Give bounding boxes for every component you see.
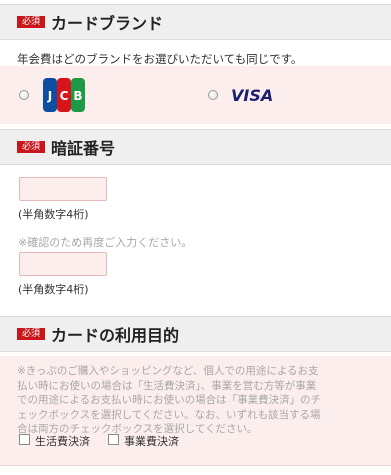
card-brand-note: 年会費はどのブランドをお選びいただいても同じです。 <box>17 52 303 66</box>
living-expense-option[interactable]: 生活費決済 <box>19 433 109 448</box>
svg-text:J: J <box>47 89 52 103</box>
pin-confirm-prompt: ※確認のため再度ご入力ください。 <box>18 236 193 249</box>
visa-radio[interactable] <box>208 90 218 100</box>
svg-text:VISA: VISA <box>231 86 273 104</box>
svg-text:B: B <box>73 89 82 103</box>
purpose-header: 必須 カードの利用目的 <box>0 316 391 352</box>
purpose-note: ※きっぷのご購入やショッピングなど、個人での用途によるお支 払い時にお使いの場合… <box>17 364 321 437</box>
pin-input[interactable] <box>19 177 107 201</box>
card-brand-title: カードブランド <box>51 14 164 33</box>
required-badge: 必須 <box>17 141 46 153</box>
visa-logo-icon: VISA <box>231 86 273 104</box>
purpose-note-line: での用途によるお支払い時にお使いの場合は「事業費決済」のチ <box>17 394 322 406</box>
purpose-note-line: 払い時にお使いの場合は「生活費決済」、事業を営む方等が事業 <box>17 379 317 392</box>
jcb-option[interactable]: J C B <box>0 66 195 124</box>
jcb-radio[interactable] <box>19 90 29 100</box>
card-brand-header: 必須 カードブランド <box>0 4 391 40</box>
pin-input-hint: (半角数字4桁) <box>18 208 89 221</box>
svg-text:C: C <box>60 89 69 103</box>
pin-title: 暗証番号 <box>51 139 116 158</box>
purpose-note-line: ェックボックスを選択してください。なお、いずれも該当する場 <box>17 408 321 421</box>
purpose-box: ※きっぷのご購入やショッピングなど、個人での用途によるお支 払い時にお使いの場合… <box>0 356 391 466</box>
business-expense-checkbox[interactable] <box>108 434 119 445</box>
purpose-title: カードの利用目的 <box>51 326 180 345</box>
pin-header: 必須 暗証番号 <box>0 129 391 165</box>
living-expense-checkbox[interactable] <box>19 434 30 445</box>
purpose-note-line: ※きっぷのご購入やショッピングなど、個人での用途によるお支 <box>17 365 319 377</box>
visa-option[interactable]: VISA <box>195 66 391 124</box>
business-expense-option[interactable]: 事業費決済 <box>108 433 198 448</box>
jcb-logo-icon: J C B <box>43 78 85 112</box>
required-badge: 必須 <box>17 328 46 340</box>
card-brand-options: J C B VISA <box>0 66 391 124</box>
required-badge: 必須 <box>17 16 46 28</box>
pin-confirm-hint: (半角数字4桁) <box>18 283 89 296</box>
business-expense-label: 事業費決済 <box>124 435 179 448</box>
living-expense-label: 生活費決済 <box>35 435 90 448</box>
pin-confirm-input[interactable] <box>19 252 107 276</box>
